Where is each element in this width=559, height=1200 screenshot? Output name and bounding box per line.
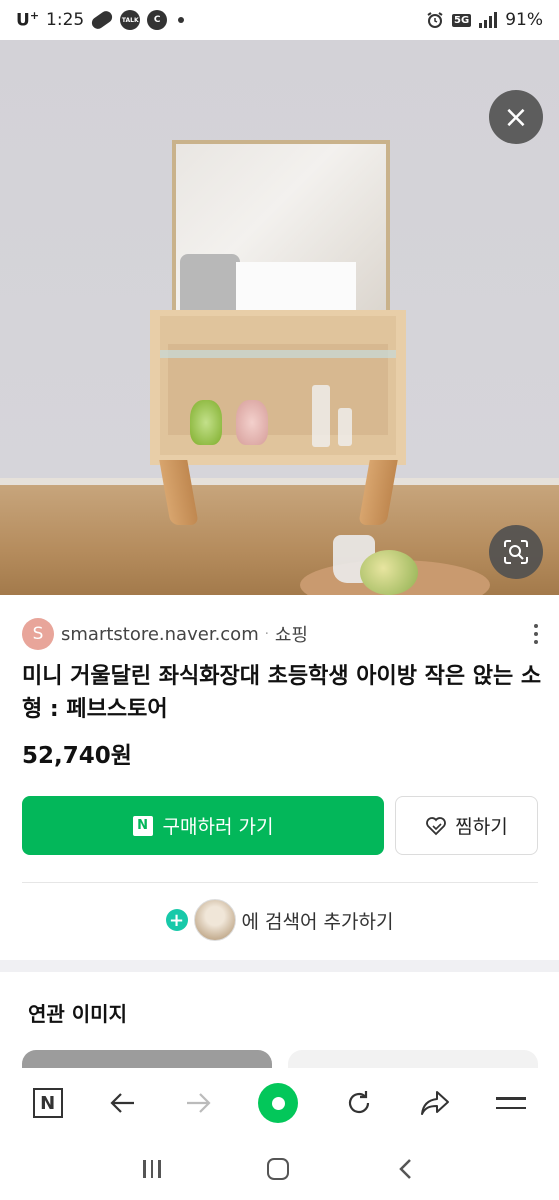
back-arrow-icon[interactable] <box>108 1088 138 1118</box>
wishlist-label: 찜하기 <box>455 816 508 838</box>
product-title[interactable]: 미니 거울달린 좌식화장대 초등학생 아이방 작은 앉는 소형 : 페브스토어 <box>22 660 542 726</box>
related-images-title: 연관 이미지 <box>28 1002 127 1026</box>
green-perfume-bottle <box>190 400 222 445</box>
close-button[interactable]: × <box>489 90 543 144</box>
source-row[interactable]: S smartstore.naver.com · 쇼핑 <box>22 617 542 651</box>
home-dot-icon <box>271 1096 285 1110</box>
share-icon[interactable] <box>419 1088 451 1118</box>
talk-icon: TALK <box>120 10 141 30</box>
image-search-button[interactable] <box>489 525 543 579</box>
close-icon: × <box>503 99 529 135</box>
small-bottle <box>338 408 352 446</box>
source-domain[interactable]: smartstore.naver.com <box>61 624 259 645</box>
vanity-cabinet <box>150 310 406 465</box>
alarm-icon <box>427 12 443 28</box>
menu-icon[interactable] <box>496 1097 527 1109</box>
plus-icon: + <box>165 909 188 931</box>
notification-dot-icon <box>178 17 185 23</box>
divider <box>22 882 538 883</box>
image-viewer-page: U+ 1:25 TALK C 5G 91% × S smartstore.nav… <box>0 0 559 1200</box>
system-navigation-bar <box>0 1138 559 1200</box>
buy-button-label: 구매하러 가기 <box>162 816 274 838</box>
recent-apps-icon[interactable] <box>143 1160 161 1178</box>
system-home-icon[interactable] <box>267 1158 290 1180</box>
section-separator <box>0 960 559 972</box>
product-image[interactable]: × <box>0 40 559 595</box>
clock: 1:25 <box>46 10 85 30</box>
status-right: 5G 91% <box>426 10 543 30</box>
source-favicon: S <box>22 618 54 650</box>
add-to-search-button[interactable]: + 에 검색어 추가하기 <box>0 897 559 943</box>
system-back-icon[interactable] <box>396 1157 416 1181</box>
naver-n-icon: N <box>132 815 153 836</box>
status-bar: U+ 1:25 TALK C 5G 91% <box>0 0 559 40</box>
pink-perfume-bottle <box>236 400 268 445</box>
wishlist-button[interactable]: 찜하기 <box>395 796 538 855</box>
signal-icon <box>479 12 498 28</box>
battery-level: 91% <box>505 10 543 30</box>
home-button[interactable] <box>258 1083 299 1123</box>
lens-search-icon <box>504 540 528 564</box>
add-to-search-label: 에 검색어 추가하기 <box>241 910 394 933</box>
forward-arrow-icon[interactable] <box>183 1088 213 1118</box>
source-separator: · <box>264 626 269 642</box>
more-options-icon[interactable] <box>530 620 542 648</box>
glass-shelf <box>160 350 396 358</box>
heart-icon <box>426 816 447 835</box>
c-icon: C <box>147 10 168 30</box>
carrier-label: U+ <box>16 9 40 31</box>
refresh-icon[interactable] <box>344 1088 374 1118</box>
spray-bottle <box>312 385 330 447</box>
flowers <box>360 550 418 595</box>
naver-n-button[interactable]: N <box>32 1088 63 1118</box>
buy-button[interactable]: N 구매하러 가기 <box>22 796 384 855</box>
pill-icon <box>89 8 115 32</box>
source-category: 쇼핑 <box>274 625 308 646</box>
browser-toolbar: N <box>0 1068 559 1138</box>
product-price: 52,740원 <box>22 743 132 769</box>
network-5g-icon: 5G <box>452 13 472 27</box>
status-left: U+ 1:25 TALK C <box>16 8 185 32</box>
search-image-thumbnail <box>193 899 236 941</box>
